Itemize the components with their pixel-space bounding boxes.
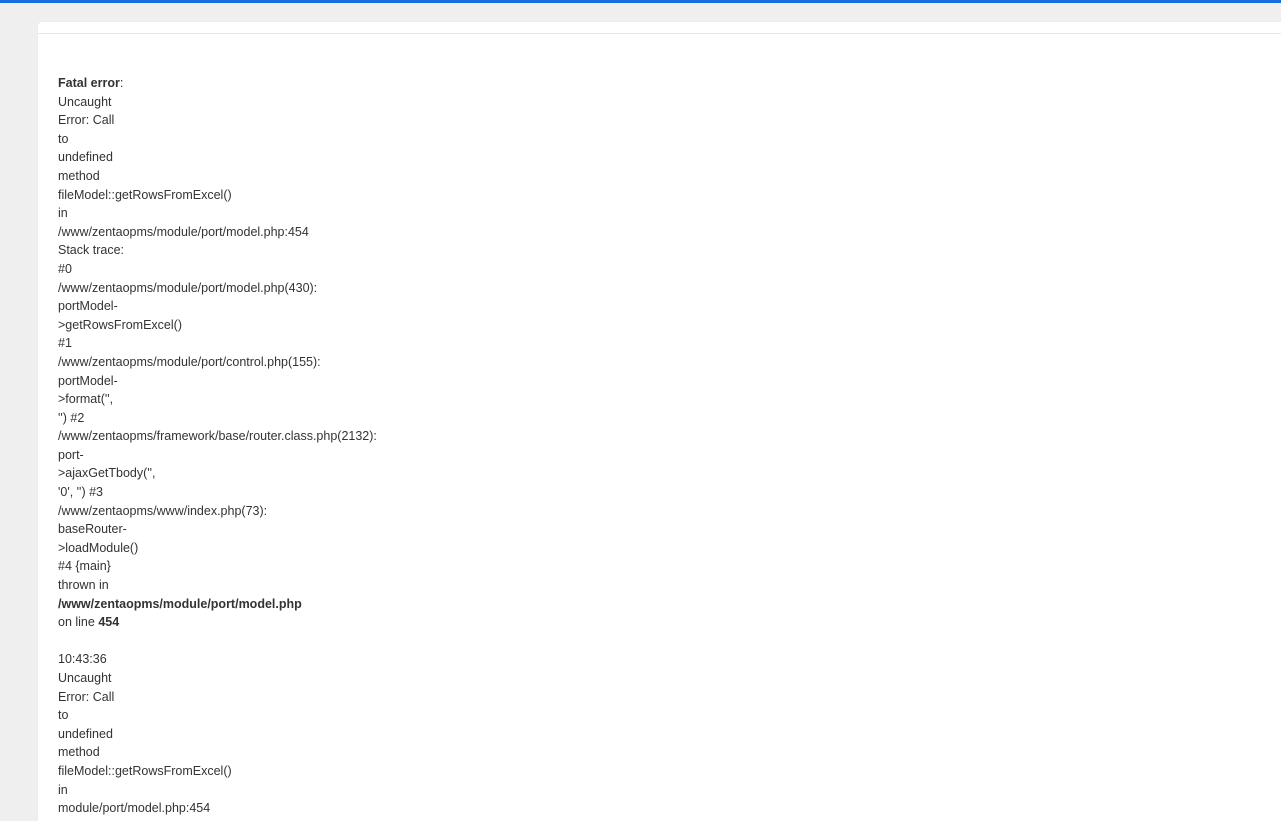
stack-trace-line: /www/zentaopms/www/index.php(73): — [58, 503, 268, 518]
error-message: Fatal error: Uncaught Error: Call to und… — [58, 74, 377, 818]
log-line: in — [58, 782, 68, 797]
stack-trace-line: port- — [58, 447, 84, 462]
stack-trace-line: #4 {main} — [58, 559, 111, 574]
error-line-info: on line 454 — [58, 613, 377, 632]
content-panel: Fatal error: Uncaught Error: Call to und… — [38, 22, 1281, 821]
error-line: to — [58, 131, 69, 146]
panel-header — [38, 22, 1281, 34]
stack-trace-line: '') #2 — [58, 410, 85, 425]
fatal-error-label: Fatal error — [58, 76, 120, 90]
log-line: to — [58, 708, 69, 723]
stack-trace-line: /www/zentaopms/framework/base/router.cla… — [58, 429, 377, 444]
log-line: method — [58, 745, 100, 760]
error-line: fileModel::getRowsFromExcel() — [58, 187, 232, 202]
stack-trace-line: portModel- — [58, 373, 118, 388]
stack-trace-line: >format('', — [58, 392, 114, 407]
on-line-prefix: on line — [58, 615, 99, 630]
stack-trace-line: /www/zentaopms/module/port/model.php(430… — [58, 280, 318, 295]
stack-trace-line: baseRouter- — [58, 522, 127, 537]
log-line: fileModel::getRowsFromExcel() — [58, 763, 232, 778]
stack-trace-line: Stack trace: — [58, 243, 124, 258]
stack-trace-line: >loadModule() — [58, 540, 139, 555]
error-line: in — [58, 206, 68, 221]
stack-trace-line: #1 — [58, 336, 72, 351]
log-timestamp: 10:43:36 — [58, 652, 107, 667]
log-line: undefined — [58, 726, 113, 741]
error-line: /www/zentaopms/module/port/model.php:454 — [58, 224, 309, 239]
stack-trace-line: >getRowsFromExcel() — [58, 317, 182, 332]
page-loading-bar — [0, 0, 1281, 3]
stack-trace-line: portModel- — [58, 299, 118, 314]
fatal-error-heading: Fatal error: — [58, 74, 377, 93]
error-line-number: 454 — [98, 615, 120, 630]
stack-trace-line: thrown in — [58, 578, 109, 593]
log-line: module/port/model.php:454 — [58, 801, 211, 816]
error-line: Error: Call — [58, 113, 115, 128]
log-line: Uncaught — [58, 671, 112, 685]
stack-trace-line: >ajaxGetTbody('', — [58, 466, 156, 481]
error-line: undefined — [58, 150, 113, 165]
log-line: Error: Call — [58, 689, 115, 704]
stack-trace-line: '0', '') #3 — [58, 485, 103, 500]
error-line: method — [58, 168, 100, 183]
error-line: Uncaught — [58, 94, 112, 109]
stack-trace-line: #0 — [58, 261, 72, 276]
stack-trace-line: /www/zentaopms/module/port/control.php(1… — [58, 354, 321, 369]
error-file-path: /www/zentaopms/module/port/model.php — [58, 596, 302, 611]
fatal-error-colon: : — [119, 76, 124, 90]
